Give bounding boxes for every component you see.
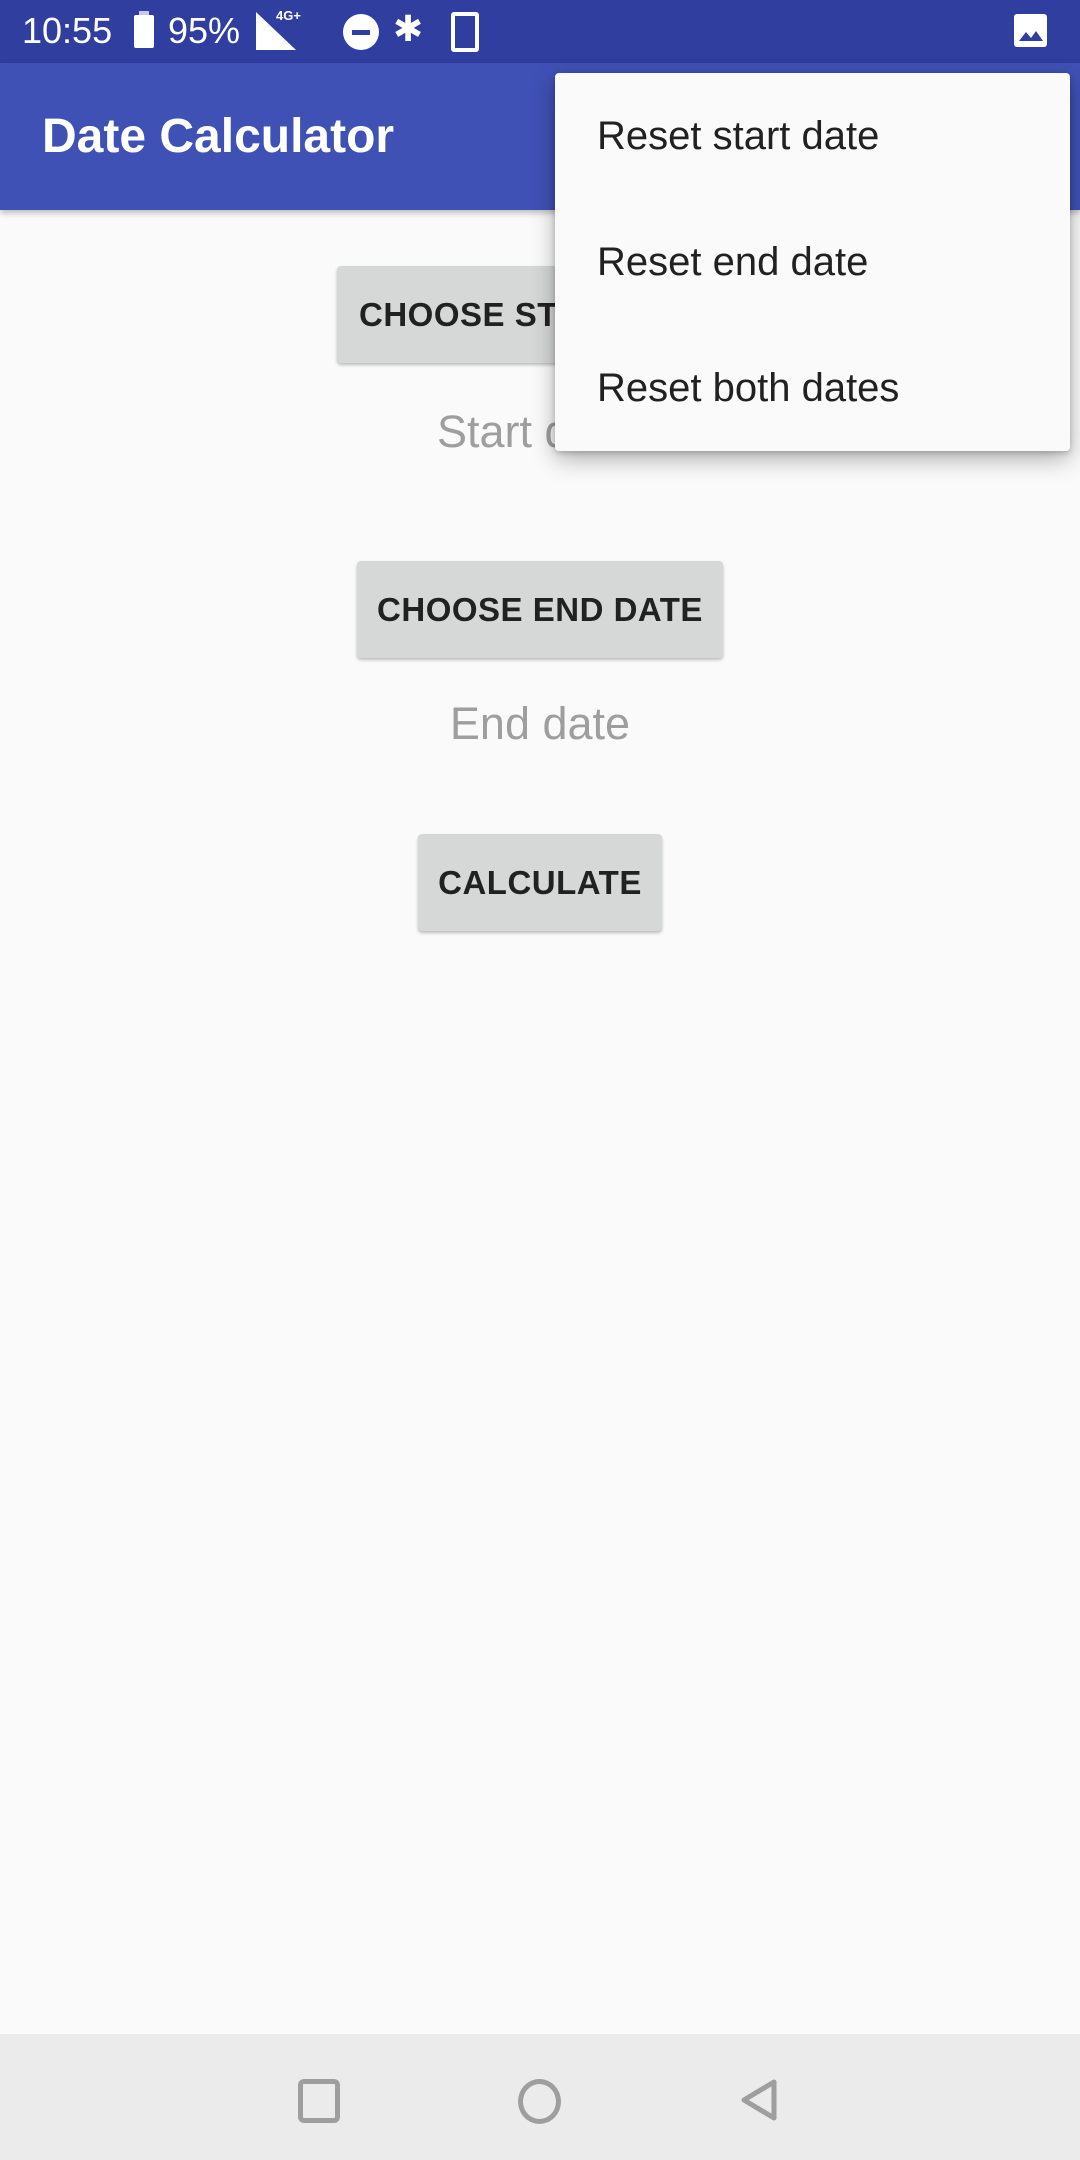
app-title: Date Calculator: [42, 110, 395, 163]
overflow-menu: Reset start date Reset end date Reset bo…: [555, 73, 1070, 451]
status-time: 10:55: [22, 10, 113, 51]
menu-item-reset-start-date[interactable]: Reset start date: [555, 73, 1070, 199]
network-type: 4G+: [276, 8, 301, 23]
do-not-disturb-icon: [343, 14, 379, 50]
battery-percent: 95%: [168, 10, 241, 51]
phone-icon: [451, 12, 479, 52]
bluetooth-icon: ✱: [393, 8, 424, 49]
menu-item-reset-end-date[interactable]: Reset end date: [555, 199, 1070, 325]
end-date-label: End date: [449, 698, 631, 749]
menu-item-reset-both-dates[interactable]: Reset both dates: [555, 325, 1070, 451]
home-icon[interactable]: [518, 2079, 561, 2124]
image-notification-icon: [1014, 14, 1047, 47]
calculate-button[interactable]: CALCULATE: [418, 834, 662, 931]
navigation-bar: [0, 2034, 1080, 2160]
back-icon[interactable]: [740, 2078, 780, 2122]
battery-icon: [134, 11, 154, 48]
choose-end-date-button[interactable]: CHOOSE END DATE: [357, 561, 723, 658]
status-bar: 10:55 95% 4G+ ✱: [0, 0, 1080, 63]
recents-icon[interactable]: [298, 2079, 340, 2123]
